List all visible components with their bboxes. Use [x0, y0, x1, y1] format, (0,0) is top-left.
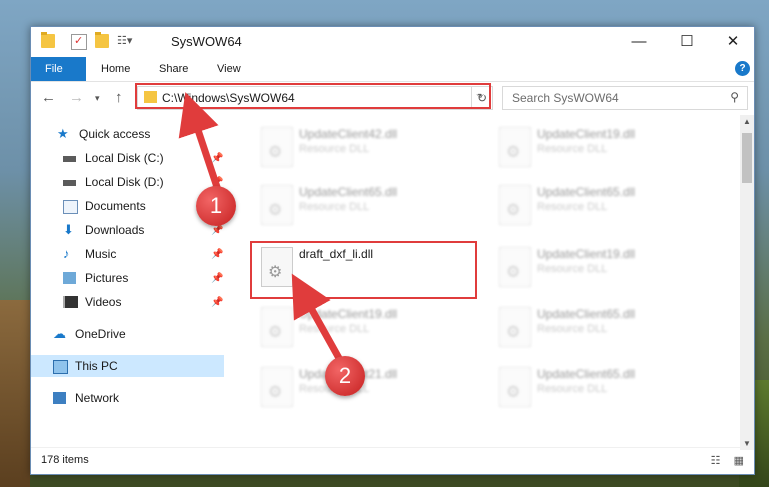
list-item[interactable]: UpdateClient21.dll Resource DLL [251, 363, 481, 417]
large-icons-view-icon[interactable]: ▦ [734, 455, 744, 467]
close-button[interactable]: ✕ [710, 27, 756, 57]
status-bar: 178 items ☷ ▦ [31, 447, 754, 474]
sidebar-item-downloads[interactable]: ⬇ Downloads [63, 219, 223, 241]
dll-file-icon [499, 127, 531, 167]
new-folder-icon[interactable] [95, 32, 109, 48]
sidebar-item-music[interactable]: ♪ Music [63, 243, 223, 265]
search-icon[interactable]: ⚲ [730, 90, 739, 104]
star-icon: ★ [57, 126, 69, 141]
list-item[interactable]: UpdateClient65.dll Resource DLL [489, 181, 719, 235]
drive-icon [63, 156, 76, 162]
vertical-scrollbar[interactable]: ▲ ▼ [740, 115, 754, 450]
navigation-pane: ★ Quick access Local Disk (C:) 📌 Local D… [31, 117, 224, 447]
folder-icon [41, 32, 55, 48]
tab-file[interactable]: File [31, 57, 86, 81]
list-item[interactable]: UpdateClient65.dll Resource DLL [489, 363, 719, 417]
pictures-icon [63, 272, 76, 284]
view-toggle[interactable]: ☷ ▦ [711, 454, 744, 467]
dll-file-icon [261, 367, 293, 407]
minimize-button[interactable]: — [616, 27, 662, 57]
ribbon-tabs: File Home Share View ? [31, 57, 754, 82]
pin-icon[interactable]: 📌 [211, 249, 223, 260]
dll-file-icon [499, 367, 531, 407]
sidebar-item-onedrive[interactable]: ☁ OneDrive [53, 323, 223, 345]
videos-icon [63, 296, 78, 308]
file-explorer-window: ✓ ☷▾ SysWOW64 — ☐ ✕ File Home Share View… [30, 26, 755, 475]
sidebar-item-local-disk-c[interactable]: Local Disk (C:) [63, 147, 223, 169]
drive-icon [63, 180, 76, 186]
details-view-icon[interactable]: ☷ [711, 455, 721, 467]
search-placeholder: Search SysWOW64 [512, 91, 619, 105]
maximize-button[interactable]: ☐ [664, 27, 710, 57]
help-button[interactable]: ? [735, 61, 750, 76]
dll-file-icon [499, 307, 531, 347]
desktop-background-left [0, 300, 30, 487]
recent-locations-icon[interactable]: ▾ [95, 93, 100, 104]
dll-file-icon [261, 185, 293, 225]
list-item[interactable]: UpdateClient42.dll Resource DLL [251, 123, 481, 177]
sidebar-item-this-pc[interactable]: This PC [31, 355, 224, 377]
window-title: SysWOW64 [171, 34, 242, 49]
file-highlight-box [250, 241, 477, 299]
scrollbar-thumb[interactable] [742, 133, 752, 183]
sidebar-item-network[interactable]: Network [53, 387, 223, 409]
sidebar-item-pictures[interactable]: Pictures [63, 267, 223, 289]
forward-arrow-icon[interactable]: → [69, 89, 84, 106]
dll-file-icon [499, 185, 531, 225]
list-item[interactable]: UpdateClient19.dll Resource DLL [251, 303, 481, 357]
list-item[interactable]: UpdateClient19.dll Resource DLL [489, 123, 719, 177]
tab-share[interactable]: Share [145, 57, 202, 81]
list-item[interactable]: UpdateClient65.dll Resource DLL [489, 303, 719, 357]
documents-icon [63, 200, 78, 214]
download-icon: ⬇ [63, 222, 74, 237]
customize-toolbar-icon[interactable]: ☷▾ [117, 34, 132, 48]
pin-icon[interactable]: 📌 [211, 273, 223, 284]
scroll-up-icon[interactable]: ▲ [743, 117, 751, 126]
music-icon: ♪ [63, 246, 70, 261]
dll-file-icon [261, 127, 293, 167]
list-item[interactable]: UpdateClient19.dll Resource DLL [489, 243, 719, 297]
computer-icon [53, 360, 68, 374]
dll-file-icon [499, 247, 531, 287]
tab-home[interactable]: Home [87, 57, 144, 81]
search-input[interactable]: Search SysWOW64 ⚲ [502, 86, 748, 110]
cloud-icon: ☁ [53, 326, 66, 341]
list-item[interactable]: UpdateClient65.dll Resource DLL [251, 181, 481, 235]
properties-icon[interactable]: ✓ [71, 34, 87, 50]
address-highlight-box [135, 83, 491, 109]
title-bar: ✓ ☷▾ SysWOW64 — ☐ ✕ [31, 27, 754, 57]
sidebar-item-quick-access[interactable]: ★ Quick access [57, 123, 217, 145]
network-icon [53, 392, 66, 404]
sidebar-item-videos[interactable]: Videos [63, 291, 223, 313]
sidebar-item-local-disk-d[interactable]: Local Disk (D:) [63, 171, 223, 193]
up-arrow-icon[interactable]: ↑ [115, 89, 123, 106]
tab-view[interactable]: View [203, 57, 255, 81]
pin-icon[interactable]: 📌 [211, 297, 223, 308]
navigation-bar: ← → ▾ ↑ C:\Windows\SysWOW64 ⌵ ↻ Search S… [31, 82, 754, 114]
pin-icon[interactable]: 📌 [211, 225, 223, 236]
pin-icon[interactable]: 📌 [211, 153, 223, 164]
step-badge-2: 2 [325, 356, 365, 396]
dll-file-icon [261, 307, 293, 347]
step-badge-1: 1 [196, 186, 236, 226]
items-count: 178 items [41, 454, 89, 466]
back-arrow-icon[interactable]: ← [41, 89, 56, 106]
